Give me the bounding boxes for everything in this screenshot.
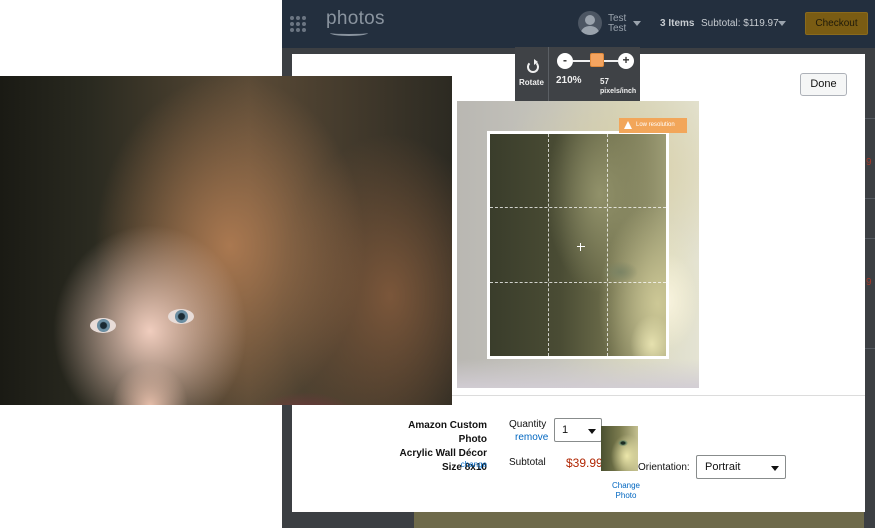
zoom-value: 210% <box>556 75 582 86</box>
zoom-slider-handle[interactable] <box>590 53 604 67</box>
orientation-select[interactable]: Portrait <box>696 455 786 479</box>
rotate-button-label[interactable]: Rotate <box>519 78 544 87</box>
apps-grid-icon[interactable] <box>290 16 306 32</box>
photo-eye-left <box>90 318 116 333</box>
photo-thumbnail[interactable] <box>601 426 638 471</box>
subtotal-label: Subtotal <box>509 457 546 468</box>
product-title-line: Acrylic Wall Décor <box>399 448 487 459</box>
user-name[interactable]: Test Test <box>608 14 632 34</box>
cart-chevron-down-icon[interactable] <box>778 21 786 26</box>
remove-link[interactable]: remove <box>515 432 548 443</box>
ppi-value: 57 <box>600 77 609 86</box>
ppi-label: pixels/inch <box>600 88 637 95</box>
crop-grid-line <box>607 134 608 356</box>
orientation-label: Orientation: <box>638 462 690 473</box>
crop-frame[interactable] <box>487 131 669 359</box>
crop-grid-line <box>490 207 666 208</box>
page: photos Test Test 3 Items Subtotal: $119.… <box>0 0 875 528</box>
cart-items-count[interactable]: 3 Items <box>660 18 694 29</box>
photo-eye-right <box>168 309 194 324</box>
background-item-preview <box>414 512 864 528</box>
quantity-value: 1 <box>562 424 569 436</box>
photos-logo[interactable]: photos <box>326 8 385 30</box>
warning-icon <box>624 121 632 129</box>
crop-center-crosshair-icon <box>577 243 585 251</box>
done-button[interactable]: Done <box>800 73 847 96</box>
quantity-select[interactable]: 1 <box>554 418 602 442</box>
side-price-fragment: 9 <box>866 157 872 168</box>
quantity-label: Quantity <box>509 419 547 430</box>
rotate-icon[interactable] <box>527 59 539 73</box>
toolbar-separator <box>548 47 549 103</box>
user-menu-chevron-down-icon[interactable] <box>633 21 641 26</box>
avatar[interactable] <box>578 11 602 35</box>
zoom-in-button[interactable]: + <box>618 53 634 69</box>
crop-grid-line <box>548 134 549 356</box>
orientation-value: Portrait <box>705 461 741 473</box>
original-photo-preview <box>0 76 452 405</box>
change-photo-link[interactable]: Change Photo <box>605 481 647 501</box>
crop-grid-line <box>490 282 666 283</box>
quantity-chevron-down-icon <box>588 429 596 434</box>
cart-subtotal[interactable]: Subtotal: $119.97 <box>701 18 779 29</box>
checkout-button[interactable]: Checkout <box>805 12 868 35</box>
orientation-chevron-down-icon <box>771 466 779 471</box>
side-price-fragment: 9 <box>866 277 872 288</box>
logo-smile-icon <box>330 30 368 36</box>
photo-crop-canvas[interactable]: Low resolution <box>457 101 699 388</box>
product-title-line: Amazon Custom Photo <box>408 420 487 445</box>
change-product-link[interactable]: change <box>440 460 487 469</box>
zoom-out-button[interactable]: - <box>557 53 573 69</box>
canvas-fade <box>457 359 699 388</box>
subtotal-price: $39.99 <box>566 456 603 470</box>
